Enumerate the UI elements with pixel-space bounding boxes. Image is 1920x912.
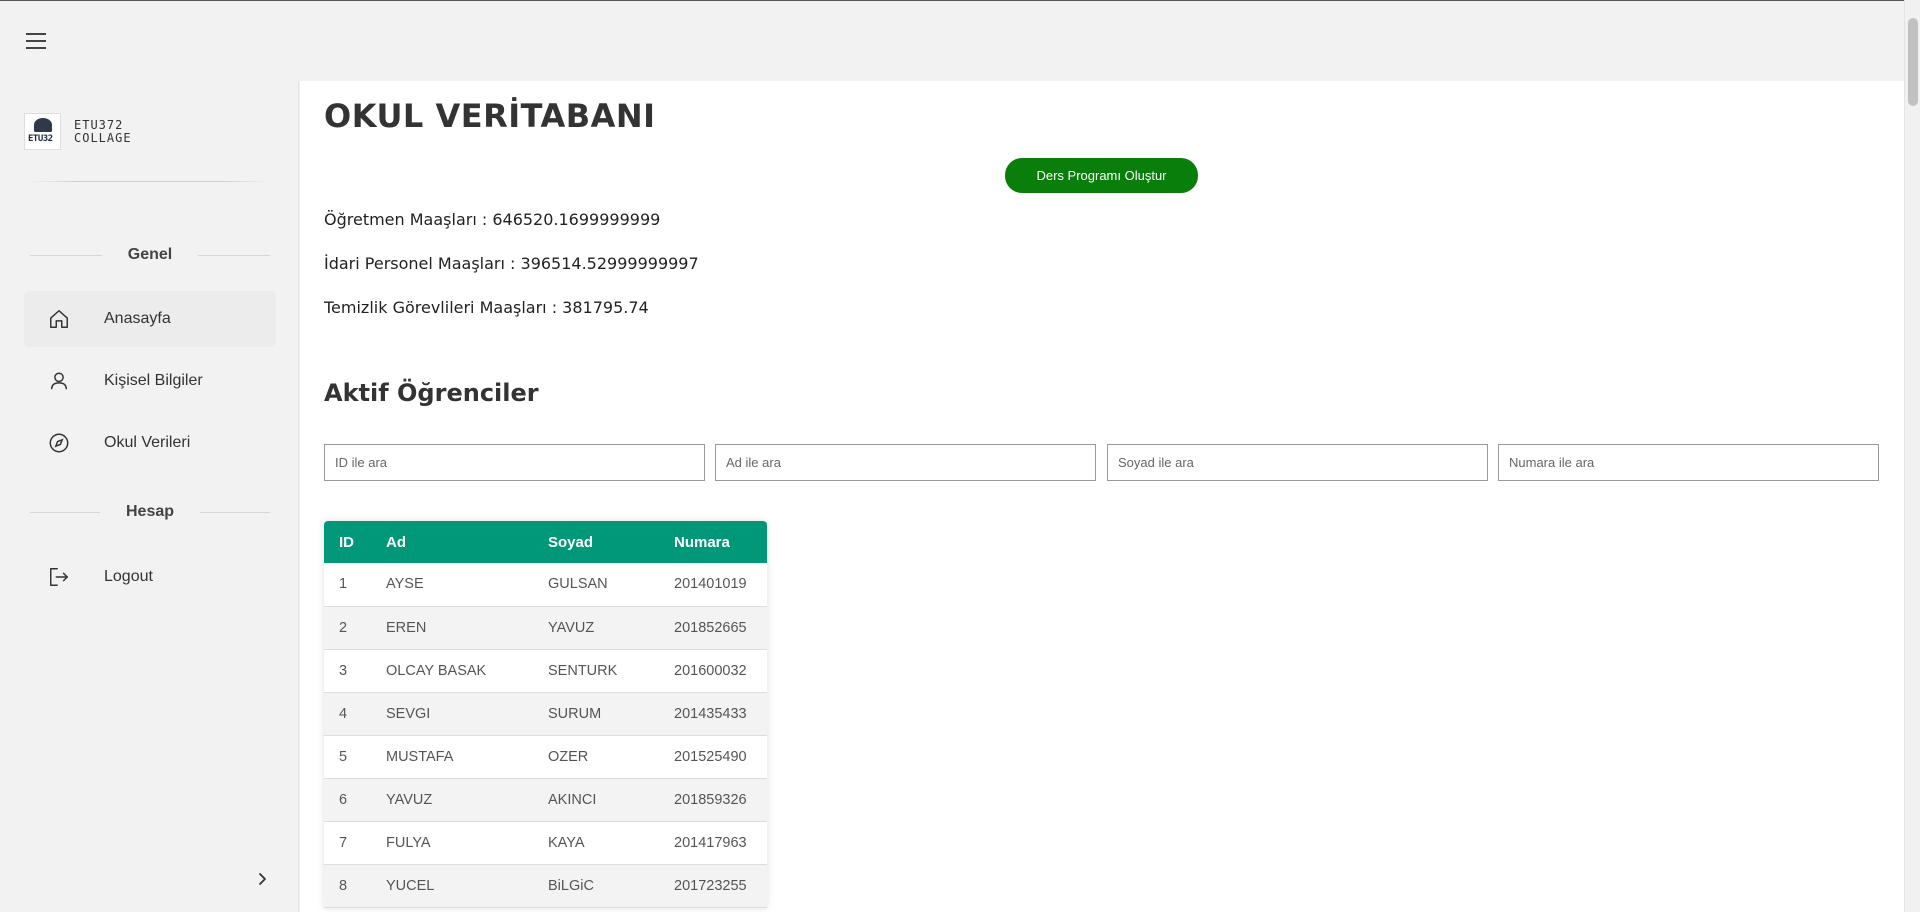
brand-divider bbox=[30, 181, 270, 182]
cell-soyad: SURUM bbox=[533, 692, 659, 736]
search-by-numara-input[interactable] bbox=[1498, 444, 1879, 481]
brand[interactable]: ETU32 ETU372 COLLAGE bbox=[24, 113, 132, 150]
section-label: Hesap bbox=[125, 503, 175, 520]
cell-ad: MUSTAFA bbox=[371, 735, 533, 779]
cell-numara: 201525490 bbox=[659, 735, 767, 779]
search-by-ad-input[interactable] bbox=[715, 444, 1096, 481]
sidebar-item-label: Logout bbox=[104, 568, 153, 585]
search-by-soyad-input[interactable] bbox=[1107, 444, 1488, 481]
search-by-id-input[interactable] bbox=[324, 444, 705, 481]
section-header-hesap: Hesap bbox=[30, 502, 270, 522]
cell-soyad: OZER bbox=[533, 735, 659, 779]
students-table: ID Ad Soyad Numara 1 AYSE GULSAN 2014010… bbox=[324, 521, 767, 908]
cell-ad: FULYA bbox=[371, 821, 533, 865]
cell-soyad: SENTURK bbox=[533, 649, 659, 693]
admin-staff-salaries: İdari Personel Maaşları : 396514.5299999… bbox=[324, 254, 699, 273]
logo-text: ETU32 bbox=[28, 134, 53, 144]
cell-id: 7 bbox=[324, 821, 371, 865]
create-schedule-button[interactable]: Ders Programı Oluştur bbox=[1005, 158, 1198, 193]
cell-id: 1 bbox=[324, 563, 371, 607]
column-header-ad[interactable]: Ad bbox=[371, 521, 533, 563]
user-icon bbox=[46, 368, 72, 394]
sidebar-item-label: Kişisel Bilgiler bbox=[104, 372, 203, 389]
page-scrollbar[interactable] bbox=[1904, 0, 1920, 912]
table-row[interactable]: 6 YAVUZ AKINCI 201859326 bbox=[324, 778, 767, 822]
brand-name-line2: COLLAGE bbox=[74, 130, 132, 145]
compass-icon bbox=[46, 430, 72, 456]
table-row[interactable]: 7 FULYA KAYA 201417963 bbox=[324, 821, 767, 865]
cell-soyad: GULSAN bbox=[533, 563, 659, 607]
sidebar-item-kisisel-bilgiler[interactable]: Kişisel Bilgiler bbox=[24, 353, 276, 409]
brand-logo: ETU32 bbox=[24, 113, 61, 150]
cell-id: 6 bbox=[324, 778, 371, 822]
sidebar-item-label: Okul Verileri bbox=[104, 434, 191, 451]
logout-icon bbox=[46, 564, 72, 590]
cell-ad: EREN bbox=[371, 606, 533, 650]
scrollbar-thumb[interactable] bbox=[1908, 18, 1918, 106]
cell-id: 3 bbox=[324, 649, 371, 693]
column-header-id[interactable]: ID bbox=[324, 521, 371, 563]
cell-numara: 201417963 bbox=[659, 821, 767, 865]
cell-id: 4 bbox=[324, 692, 371, 736]
table-row[interactable]: 5 MUSTAFA OZER 201525490 bbox=[324, 735, 767, 779]
cell-id: 2 bbox=[324, 606, 371, 650]
home-icon bbox=[46, 306, 72, 332]
logo-leaf-icon bbox=[34, 118, 52, 132]
cell-id: 8 bbox=[324, 864, 371, 908]
column-header-soyad[interactable]: Soyad bbox=[533, 521, 659, 563]
students-section-title: Aktif Öğrenciler bbox=[324, 379, 539, 407]
main-content: OKUL VERİTABANI Ders Programı Oluştur Öğ… bbox=[300, 81, 1904, 912]
table-row[interactable]: 2 EREN YAVUZ 201852665 bbox=[324, 606, 767, 650]
table-header-row: ID Ad Soyad Numara bbox=[324, 521, 767, 563]
cell-ad: AYSE bbox=[371, 563, 533, 607]
section-label: Genel bbox=[127, 246, 173, 263]
table-row[interactable]: 1 AYSE GULSAN 201401019 bbox=[324, 563, 767, 607]
table-row[interactable]: 8 YUCEL BiLGiC 201723255 bbox=[324, 864, 767, 908]
cell-soyad: YAVUZ bbox=[533, 606, 659, 650]
cell-ad: YAVUZ bbox=[371, 778, 533, 822]
brand-name-line1: ETU372 bbox=[74, 117, 124, 132]
cell-ad: OLCAY BASAK bbox=[371, 649, 533, 693]
cell-numara: 201859326 bbox=[659, 778, 767, 822]
cell-ad: SEVGI bbox=[371, 692, 533, 736]
cell-soyad: KAYA bbox=[533, 821, 659, 865]
cell-ad: YUCEL bbox=[371, 864, 533, 908]
chevron-right-icon[interactable] bbox=[254, 871, 274, 891]
column-header-numara[interactable]: Numara bbox=[659, 521, 767, 563]
cell-numara: 201600032 bbox=[659, 649, 767, 693]
top-bar bbox=[0, 0, 1904, 81]
menu-icon[interactable] bbox=[26, 33, 46, 51]
cell-numara: 201723255 bbox=[659, 864, 767, 908]
sidebar: ETU32 ETU372 COLLAGE Genel Anasayfa Kişi… bbox=[0, 81, 299, 912]
cell-numara: 201401019 bbox=[659, 563, 767, 607]
cell-numara: 201435433 bbox=[659, 692, 767, 736]
sidebar-item-anasayfa[interactable]: Anasayfa bbox=[24, 291, 276, 347]
cell-soyad: BiLGiC bbox=[533, 864, 659, 908]
sidebar-item-logout[interactable]: Logout bbox=[24, 549, 276, 605]
table-row[interactable]: 4 SEVGI SURUM 201435433 bbox=[324, 692, 767, 736]
teacher-salaries: Öğretmen Maaşları : 646520.1699999999 bbox=[324, 210, 661, 229]
sidebar-item-okul-verileri[interactable]: Okul Verileri bbox=[24, 415, 276, 471]
brand-name: ETU372 COLLAGE bbox=[74, 117, 132, 145]
section-header-genel: Genel bbox=[30, 245, 270, 265]
cleaning-staff-salaries: Temizlik Görevlileri Maaşları : 381795.7… bbox=[324, 298, 649, 317]
table-row[interactable]: 3 OLCAY BASAK SENTURK 201600032 bbox=[324, 649, 767, 693]
sidebar-item-label: Anasayfa bbox=[104, 310, 171, 327]
cell-id: 5 bbox=[324, 735, 371, 779]
cell-numara: 201852665 bbox=[659, 606, 767, 650]
page-title: OKUL VERİTABANI bbox=[324, 97, 656, 135]
cell-soyad: AKINCI bbox=[533, 778, 659, 822]
